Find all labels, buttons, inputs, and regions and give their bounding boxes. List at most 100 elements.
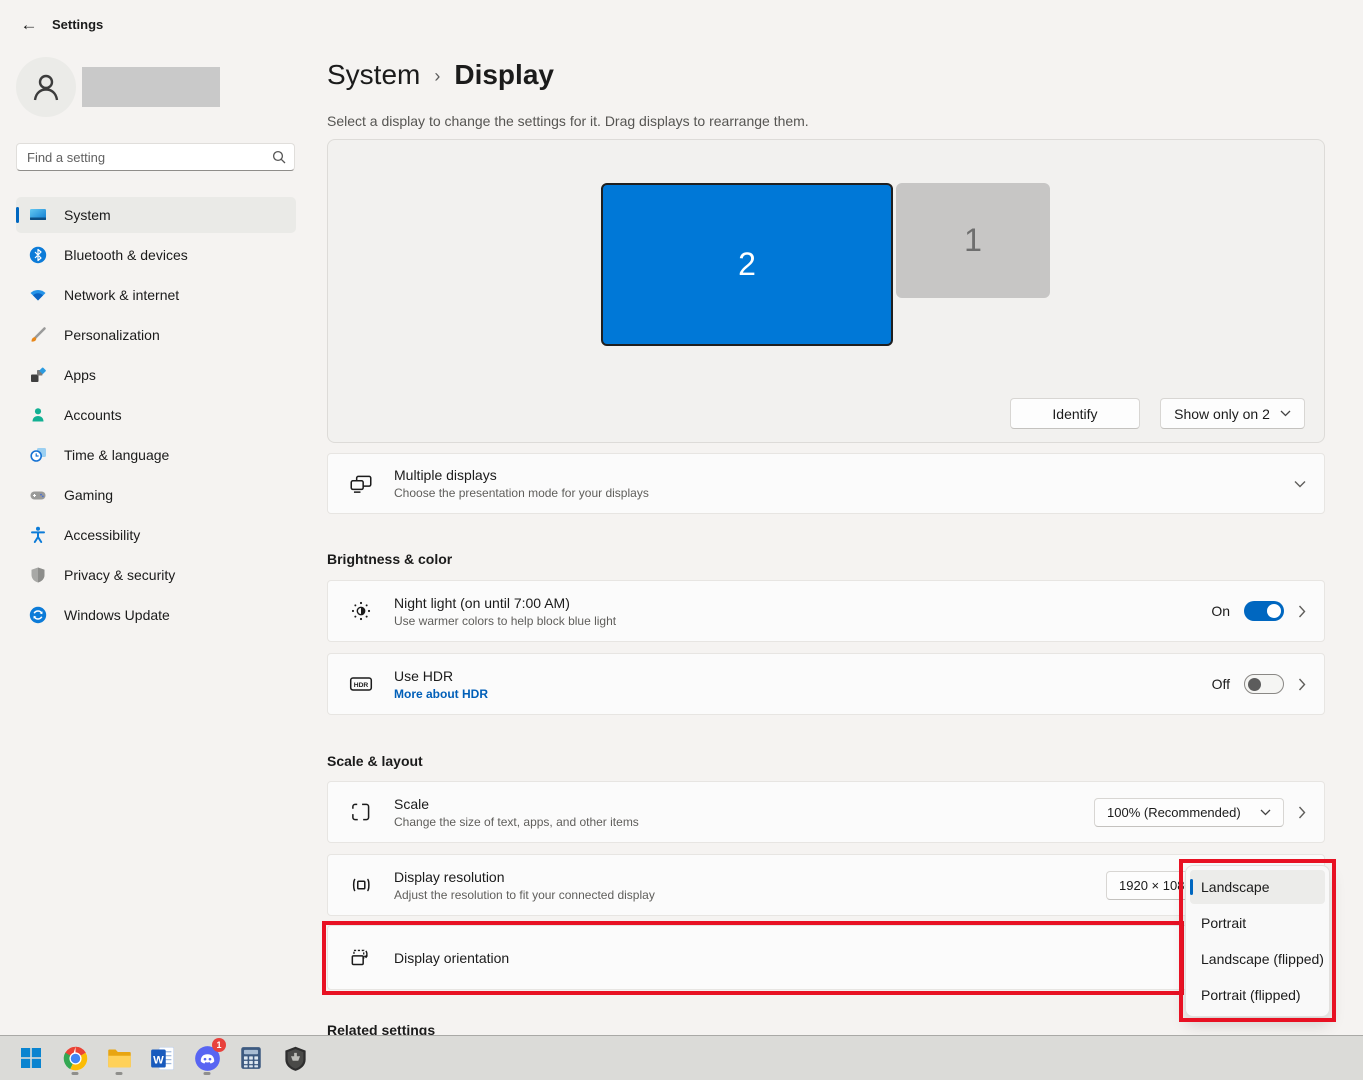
personalization-icon [28,325,48,345]
sidebar-item-privacy-security[interactable]: Privacy & security [16,557,296,593]
windows-update-icon [28,605,48,625]
sidebar-item-label: Accessibility [64,527,140,543]
sidebar-item-gaming[interactable]: Gaming [16,477,296,513]
calculator-icon [238,1045,264,1071]
search-input[interactable] [27,150,272,165]
taskbar-file-explorer[interactable] [104,1041,134,1075]
night-light-icon [348,598,374,624]
taskbar-chrome[interactable] [60,1041,90,1075]
taskbar-world-of-tanks[interactable] [280,1041,310,1075]
orientation-option-portrait-flipped[interactable]: Portrait (flipped) [1190,978,1325,1012]
running-indicator [204,1072,211,1075]
person-icon [28,69,64,105]
accessibility-icon [28,525,48,545]
monitor-1[interactable]: 1 [896,183,1050,298]
time-language-icon [28,445,48,465]
chevron-right-icon [1298,605,1306,618]
running-indicator [72,1072,79,1075]
sidebar-item-system[interactable]: System [16,197,296,233]
multiple-displays-row[interactable]: Multiple displays Choose the presentatio… [327,453,1325,514]
sidebar-item-apps[interactable]: Apps [16,357,296,393]
taskbar-word[interactable]: W [148,1041,178,1075]
sidebar-item-accounts[interactable]: Accounts [16,397,296,433]
monitor-2[interactable]: 2 [601,183,893,346]
apps-icon [28,365,48,385]
scale-title: Scale [394,796,1094,812]
scale-icon [348,799,374,825]
sidebar-nav: System Bluetooth & devices Network & int… [16,197,296,637]
night-light-state: On [1211,603,1230,619]
chevron-down-icon [1260,809,1271,816]
chevron-right-icon [1298,806,1306,819]
hdr-icon: HDR [348,671,374,697]
svg-text:HDR: HDR [354,682,369,689]
gaming-icon [28,485,48,505]
night-light-toggle[interactable] [1244,601,1284,621]
sidebar-item-label: Network & internet [64,287,179,303]
window-title: Settings [52,17,103,32]
section-scale-layout: Scale & layout [327,753,423,769]
discord-notification-badge: 1 [212,1038,226,1052]
display-resolution-title: Display resolution [394,869,1106,885]
taskbar: W 1 [0,1035,1363,1080]
network-icon [28,285,48,305]
breadcrumb-separator: › [434,63,440,87]
multiple-displays-title: Multiple displays [394,467,1294,483]
display-orientation-title: Display orientation [394,950,1306,966]
breadcrumb-system[interactable]: System [327,59,420,91]
chevron-down-icon[interactable] [1294,480,1306,488]
section-brightness-color: Brightness & color [327,551,452,567]
file-explorer-icon [106,1045,133,1072]
hdr-state: Off [1212,676,1230,692]
sidebar-item-accessibility[interactable]: Accessibility [16,517,296,553]
sidebar-item-windows-update[interactable]: Windows Update [16,597,296,633]
taskbar-start-button[interactable] [16,1041,46,1075]
night-light-title: Night light (on until 7:00 AM) [394,595,1211,611]
night-light-row[interactable]: Night light (on until 7:00 AM) Use warme… [327,580,1325,642]
svg-text:W: W [153,1054,164,1066]
taskbar-discord[interactable]: 1 [192,1041,222,1075]
privacy-security-icon [28,565,48,585]
breadcrumb: System › Display [327,59,554,91]
multiple-displays-icon [348,471,374,497]
scale-subtitle: Change the size of text, apps, and other… [394,815,1094,829]
show-only-dropdown[interactable]: Show only on 2 [1160,398,1305,429]
windows-start-icon [19,1046,43,1070]
search-box[interactable] [16,143,295,171]
display-orientation-row[interactable]: Display orientation [327,925,1325,990]
night-light-subtitle: Use warmer colors to help block blue lig… [394,614,1211,628]
orientation-option-landscape-flipped[interactable]: Landscape (flipped) [1190,942,1325,976]
account-name-redacted [82,67,220,107]
sidebar-item-label: Time & language [64,447,169,463]
orientation-option-portrait[interactable]: Portrait [1190,906,1325,940]
sidebar-item-label: Gaming [64,487,113,503]
display-resolution-subtitle: Adjust the resolution to fit your connec… [394,888,1106,902]
monitor-2-label: 2 [738,246,756,283]
scale-row[interactable]: Scale Change the size of text, apps, and… [327,781,1325,843]
multiple-displays-subtitle: Choose the presentation mode for your di… [394,486,1294,500]
more-about-hdr-link[interactable]: More about HDR [394,687,1212,701]
orientation-option-landscape[interactable]: Landscape [1190,870,1325,904]
use-hdr-row[interactable]: HDR Use HDR More about HDR Off [327,653,1325,715]
back-button[interactable]: ← [14,12,44,38]
taskbar-calculator[interactable] [236,1041,266,1075]
avatar[interactable] [16,57,76,117]
sidebar-item-personalization[interactable]: Personalization [16,317,296,353]
hdr-toggle[interactable] [1244,674,1284,694]
scale-dropdown[interactable]: 100% (Recommended) [1094,798,1284,827]
identify-button[interactable]: Identify [1010,398,1140,429]
monitor-1-label: 1 [964,222,982,259]
word-icon: W [150,1045,177,1072]
system-icon [28,205,48,225]
sidebar-item-label: Personalization [64,327,160,343]
page-title: Display [454,59,554,91]
sidebar-item-network[interactable]: Network & internet [16,277,296,313]
display-resolution-row[interactable]: Display resolution Adjust the resolution… [327,854,1325,916]
accounts-icon [28,405,48,425]
sidebar-item-time-language[interactable]: Time & language [16,437,296,473]
chevron-right-icon [1298,678,1306,691]
sidebar-item-bluetooth[interactable]: Bluetooth & devices [16,237,296,273]
display-orientation-icon [348,945,374,971]
display-arrangement-card: 2 1 Identify Show only on 2 [327,139,1325,443]
chevron-down-icon [1280,410,1291,417]
